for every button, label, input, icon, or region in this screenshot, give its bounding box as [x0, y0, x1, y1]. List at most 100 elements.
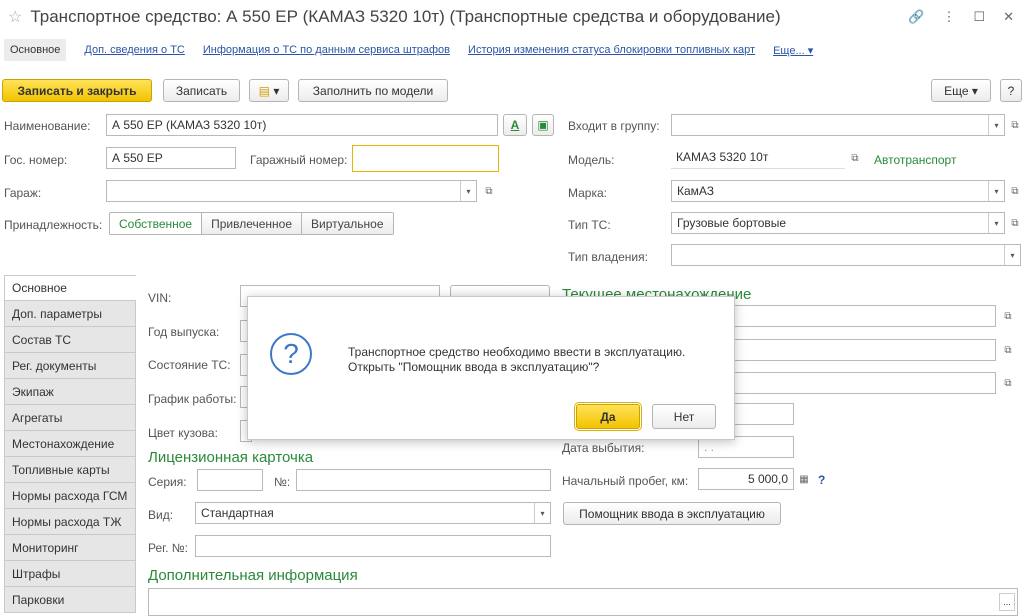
chevron-down-icon[interactable]: ▾ — [1004, 245, 1020, 265]
save-button[interactable]: Записать — [163, 79, 240, 102]
open-icon[interactable]: ⧉ — [1006, 180, 1024, 202]
link-icon[interactable]: 🔗 — [908, 9, 924, 25]
chevron-down-icon[interactable]: ▾ — [534, 503, 550, 523]
tab-main[interactable]: Основное — [4, 275, 136, 301]
extra-info-section-title: Дополнительная информация — [148, 567, 358, 584]
kind-label: Вид: — [148, 508, 174, 522]
mileage-input[interactable]: 5 000,0 — [698, 468, 794, 490]
maximize-icon[interactable]: ☐ — [973, 9, 985, 25]
chevron-down-icon[interactable]: ▾ — [988, 115, 1004, 135]
brand-label: Марка: — [568, 186, 607, 200]
mileage-help-icon[interactable]: ? — [818, 473, 825, 487]
nav-main[interactable]: Основное — [4, 39, 67, 61]
garage-number-input[interactable] — [352, 145, 499, 172]
calculator-icon[interactable]: ▦ — [795, 468, 813, 490]
commission-date-input[interactable] — [734, 403, 794, 425]
nav-fuel-card-history[interactable]: История изменения статуса блокировки топ… — [468, 44, 755, 56]
name-input[interactable]: А 550 ЕР (КАМАЗ 5320 10т) — [106, 114, 498, 136]
kind-select[interactable]: Стандартная ▾ — [195, 502, 551, 524]
state-label: Состояние ТС: — [148, 358, 231, 372]
open-icon[interactable]: ⧉ — [999, 339, 1017, 361]
tab-monitoring[interactable]: Мониторинг — [4, 535, 136, 561]
help-button[interactable]: ? — [1000, 79, 1022, 102]
model-value[interactable]: КАМАЗ 5320 10т — [671, 147, 845, 169]
belonging-virtual[interactable]: Виртуальное — [302, 213, 393, 234]
garage-number-label: Гаражный номер: — [250, 153, 348, 167]
tab-location[interactable]: Местонахождение — [4, 431, 136, 457]
brand-select[interactable]: КамАЗ ▾ — [671, 180, 1005, 202]
chevron-down-icon[interactable]: ▾ — [988, 181, 1004, 201]
dialog-line-1: Транспортное средство необходимо ввести … — [348, 345, 686, 359]
ownership-type-label: Тип владения: — [568, 250, 648, 264]
gos-number-label: Гос. номер: — [4, 153, 68, 167]
reg-number-input[interactable] — [195, 535, 551, 557]
favorite-star-icon[interactable]: ☆ — [8, 7, 22, 27]
settings-icon[interactable]: ▣ — [532, 114, 554, 136]
disposal-date-label: Дата выбытия: — [562, 441, 645, 455]
gos-number-input[interactable]: А 550 ЕР — [106, 147, 236, 169]
yes-button[interactable]: Да — [574, 402, 642, 431]
fill-by-model-button[interactable]: Заполнить по модели — [298, 79, 448, 102]
belonging-switch: Собственное Привлеченное Виртуальное — [109, 212, 394, 235]
location-field-3[interactable] — [734, 372, 996, 394]
ellipsis-button[interactable]: ... — [999, 593, 1015, 611]
no-button[interactable]: Нет — [652, 404, 716, 429]
chevron-down-icon[interactable]: ▾ — [460, 181, 476, 201]
reg-number-label: Рег. №: — [148, 541, 188, 555]
location-field-1[interactable] — [734, 305, 996, 327]
open-icon[interactable]: ⧉ — [1006, 114, 1024, 136]
nav-extra-info[interactable]: Доп. сведения о ТС — [84, 44, 184, 56]
window-title-bar: ☆ Транспортное средство: А 550 ЕР (КАМАЗ… — [0, 0, 1024, 34]
model-type: Автотранспорт — [874, 153, 957, 167]
garage-select[interactable]: ▾ — [106, 180, 477, 202]
belonging-own[interactable]: Собственное — [110, 213, 203, 234]
confirm-dialog: ? Транспортное средство необходимо ввест… — [247, 296, 735, 440]
tab-fuel-norms[interactable]: Нормы расхода ГСМ — [4, 483, 136, 509]
save-close-button[interactable]: Записать и закрыть — [2, 79, 152, 102]
series-input[interactable] — [197, 469, 263, 491]
series-label: Серия: — [148, 475, 187, 489]
belonging-label: Принадлежность: — [4, 218, 103, 232]
dialog-message: Транспортное средство необходимо ввести … — [348, 345, 685, 375]
tab-composition[interactable]: Состав ТС — [4, 327, 136, 353]
group-select[interactable]: ▾ — [671, 114, 1005, 136]
open-icon[interactable]: ⧉ — [480, 180, 498, 202]
license-section-title: Лицензионная карточка — [148, 449, 314, 466]
print-dropdown-button[interactable]: ▤ ▾ — [249, 79, 289, 102]
tab-crew[interactable]: Экипаж — [4, 379, 136, 405]
commission-assistant-button[interactable]: Помощник ввода в эксплуатацию — [563, 502, 781, 525]
chevron-down-icon[interactable]: ▾ — [988, 213, 1004, 233]
open-icon[interactable]: ⧉ — [1006, 212, 1024, 234]
name-label: Наименование: — [4, 119, 91, 133]
ownership-type-select[interactable]: ▾ — [671, 244, 1021, 266]
question-icon: ? — [270, 333, 312, 375]
group-label: Входит в группу: — [568, 119, 660, 133]
belonging-attracted[interactable]: Привлеченное — [202, 213, 302, 234]
tab-fuel-cards[interactable]: Топливные карты — [4, 457, 136, 483]
nav-fines-info[interactable]: Информация о ТС по данным сервиса штрафо… — [203, 44, 450, 56]
tab-units[interactable]: Агрегаты — [4, 405, 136, 431]
dialog-line-2: Открыть "Помощник ввода в эксплуатацию"? — [348, 360, 600, 374]
nav-more[interactable]: Еще... ▾ — [773, 44, 813, 57]
tab-extra-params[interactable]: Доп. параметры — [4, 301, 136, 327]
extra-info-textarea[interactable]: ... — [148, 588, 1018, 616]
open-icon[interactable]: ⧉ — [999, 305, 1017, 327]
location-field-2[interactable] — [734, 339, 996, 361]
year-label: Год выпуска: — [148, 325, 220, 339]
tab-liquid-norms[interactable]: Нормы расхода ТЖ — [4, 509, 136, 535]
font-style-icon[interactable]: A — [503, 114, 527, 136]
model-label: Модель: — [568, 153, 615, 167]
document-icon: ▤ — [258, 83, 270, 98]
open-icon[interactable]: ⧉ — [999, 372, 1017, 394]
vehicle-type-select[interactable]: Грузовые бортовые ▾ — [671, 212, 1005, 234]
tab-parkings[interactable]: Парковки — [4, 587, 136, 613]
more-button[interactable]: Еще ▾ — [931, 79, 991, 102]
more-vert-icon[interactable]: ⋮ — [942, 9, 955, 25]
tab-fines[interactable]: Штрафы — [4, 561, 136, 587]
number-input[interactable] — [296, 469, 551, 491]
open-icon[interactable]: ⧉ — [846, 147, 864, 169]
close-icon[interactable]: ✕ — [1003, 9, 1014, 25]
tab-reg-documents[interactable]: Рег. документы — [4, 353, 136, 379]
window-title: Транспортное средство: А 550 ЕР (КАМАЗ 5… — [30, 7, 781, 26]
vehicle-type-label: Тип ТС: — [568, 218, 611, 232]
